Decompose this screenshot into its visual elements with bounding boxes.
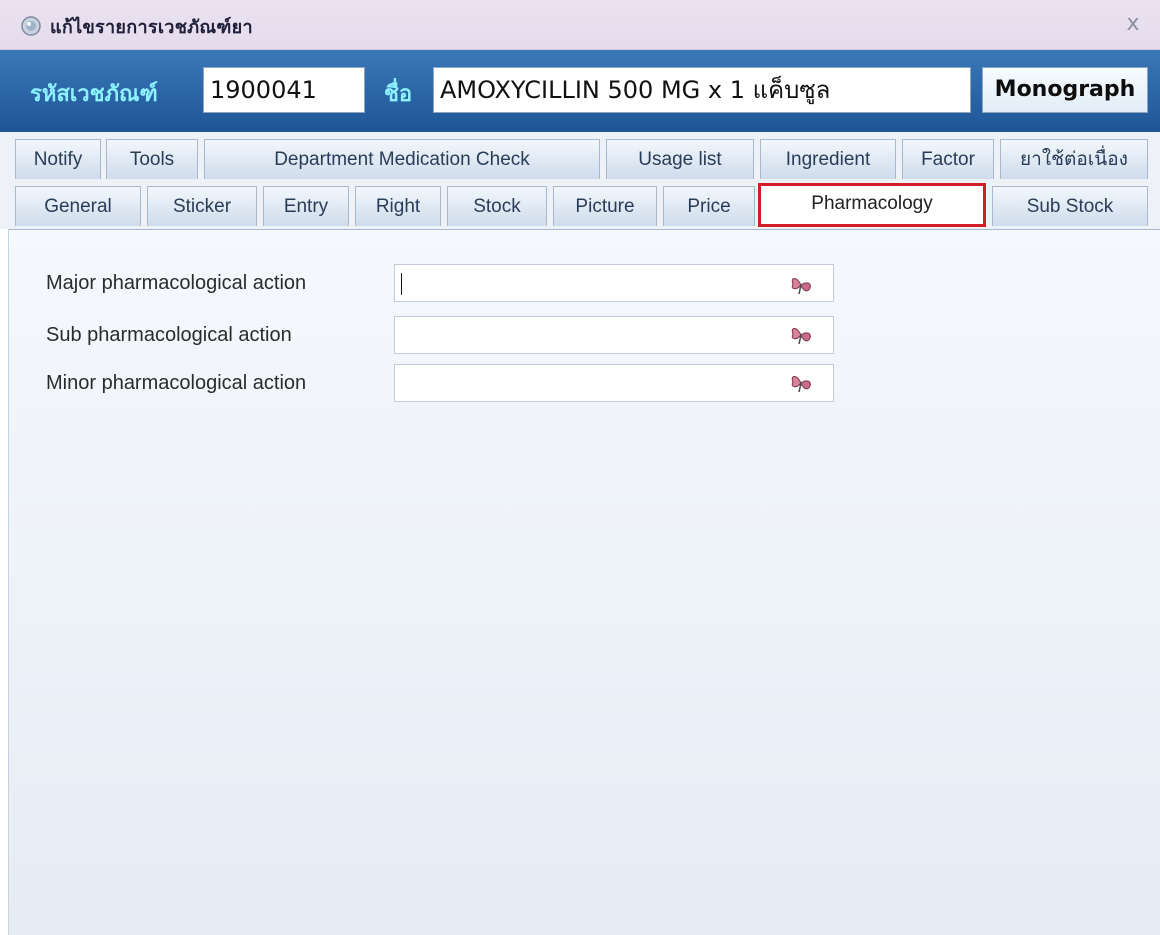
tab-pharmacology[interactable]: Pharmacology: [758, 183, 986, 227]
tab-notify[interactable]: Notify: [15, 139, 101, 179]
text-caret: [401, 273, 402, 295]
tab-general[interactable]: General: [15, 186, 141, 226]
sub-action-input[interactable]: [394, 316, 834, 354]
close-icon[interactable]: x: [1122, 12, 1144, 36]
title-bar: แก้ไขรายการเวชภัณฑ์ยา x: [0, 0, 1160, 50]
sub-action-label: Sub pharmacological action: [46, 324, 292, 346]
butterfly-lookup-icon[interactable]: [788, 272, 814, 298]
drug-code-field[interactable]: 1900041: [203, 67, 365, 113]
monograph-button[interactable]: Monograph: [982, 67, 1148, 113]
drug-code-label: รหัสเวชภัณฑ์: [30, 82, 158, 107]
tab-continuous-medication[interactable]: ยาใช้ต่อเนื่อง: [1000, 139, 1148, 179]
butterfly-lookup-icon[interactable]: [788, 322, 814, 348]
tab-ingredient[interactable]: Ingredient: [760, 139, 896, 179]
tab-sticker[interactable]: Sticker: [147, 186, 257, 226]
tab-picture[interactable]: Picture: [553, 186, 657, 226]
tab-department-medication-check[interactable]: Department Medication Check: [204, 139, 600, 179]
tab-price[interactable]: Price: [663, 186, 755, 226]
tab-usage-list[interactable]: Usage list: [606, 139, 754, 179]
tab-tools[interactable]: Tools: [106, 139, 198, 179]
drug-record-icon: [21, 16, 41, 36]
minor-action-input[interactable]: [394, 364, 834, 402]
window-border: [0, 229, 8, 935]
drug-header: รหัสเวชภัณฑ์ 1900041 ชื่อ AMOXYCILLIN 50…: [0, 50, 1160, 132]
tab-right[interactable]: Right: [355, 186, 441, 226]
tab-entry[interactable]: Entry: [263, 186, 349, 226]
drug-name-label: ชื่อ: [384, 82, 413, 107]
minor-action-label: Minor pharmacological action: [46, 372, 307, 394]
major-action-input[interactable]: [394, 264, 834, 302]
butterfly-lookup-icon[interactable]: [788, 370, 814, 396]
tab-factor[interactable]: Factor: [902, 139, 994, 179]
drug-name-field[interactable]: AMOXYCILLIN 500 MG x 1 แค็บซูล: [433, 67, 971, 113]
major-action-label: Major pharmacological action: [46, 272, 307, 294]
window-title: แก้ไขรายการเวชภัณฑ์ยา: [50, 17, 253, 38]
tab-sub-stock[interactable]: Sub Stock: [992, 186, 1148, 226]
tab-stock[interactable]: Stock: [447, 186, 547, 226]
